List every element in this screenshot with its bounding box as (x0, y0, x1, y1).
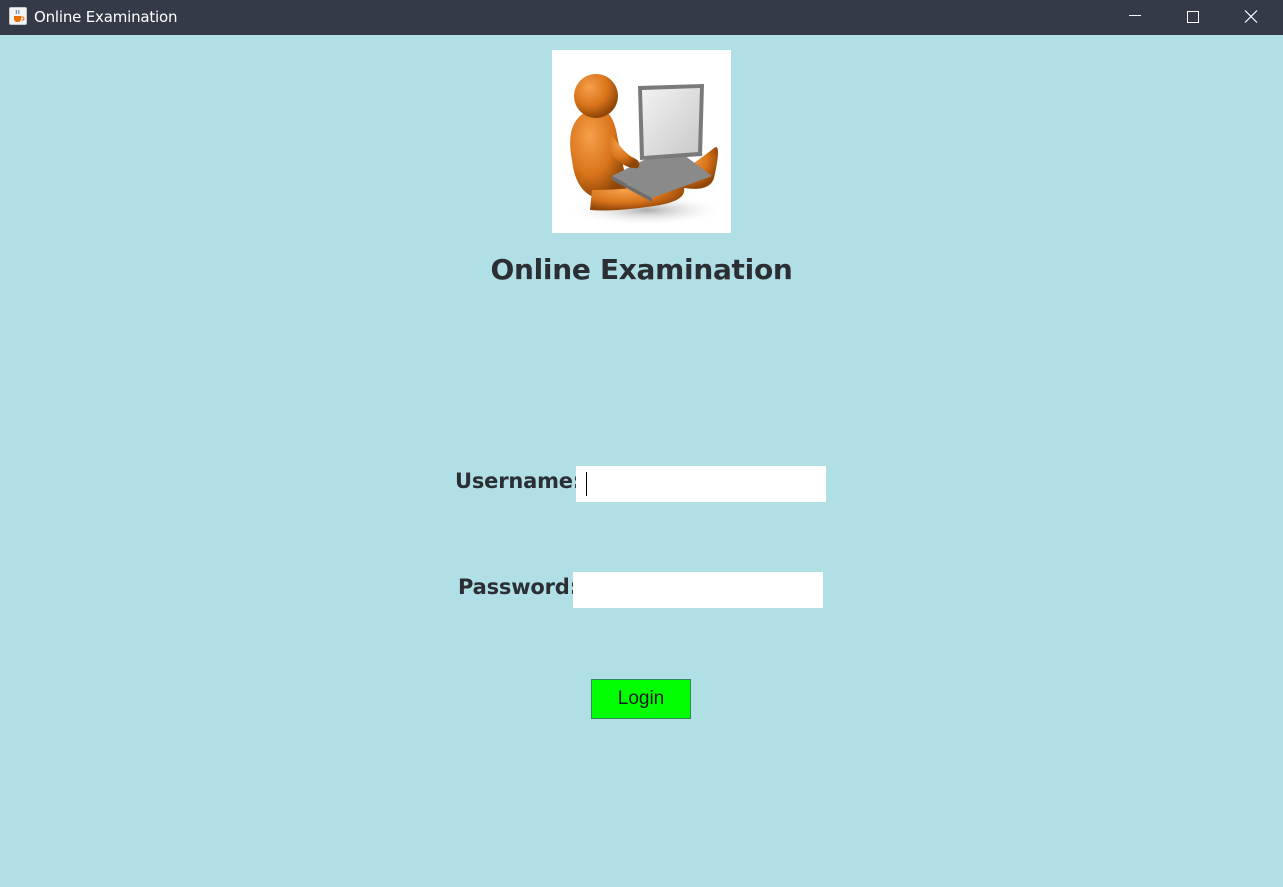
maximize-icon (1187, 11, 1199, 23)
text-cursor (586, 472, 587, 496)
minimize-icon (1129, 15, 1141, 16)
login-button[interactable]: Login (591, 679, 691, 719)
close-button[interactable] (1222, 0, 1280, 35)
password-label: Password: (458, 575, 578, 599)
username-label: Username: (455, 469, 581, 493)
person-with-laptop-illustration (552, 50, 731, 233)
minimize-button[interactable] (1106, 0, 1164, 35)
window-title: Online Examination (34, 8, 178, 26)
login-window: Online Examination Online Examination Us… (0, 0, 1283, 887)
close-icon (1244, 10, 1258, 23)
java-cup-icon (9, 7, 27, 25)
title-bar: Online Examination (0, 0, 1283, 35)
page-title: Online Examination (490, 253, 793, 286)
maximize-button[interactable] (1164, 0, 1222, 35)
username-field[interactable] (576, 466, 826, 502)
password-field[interactable] (573, 572, 823, 608)
